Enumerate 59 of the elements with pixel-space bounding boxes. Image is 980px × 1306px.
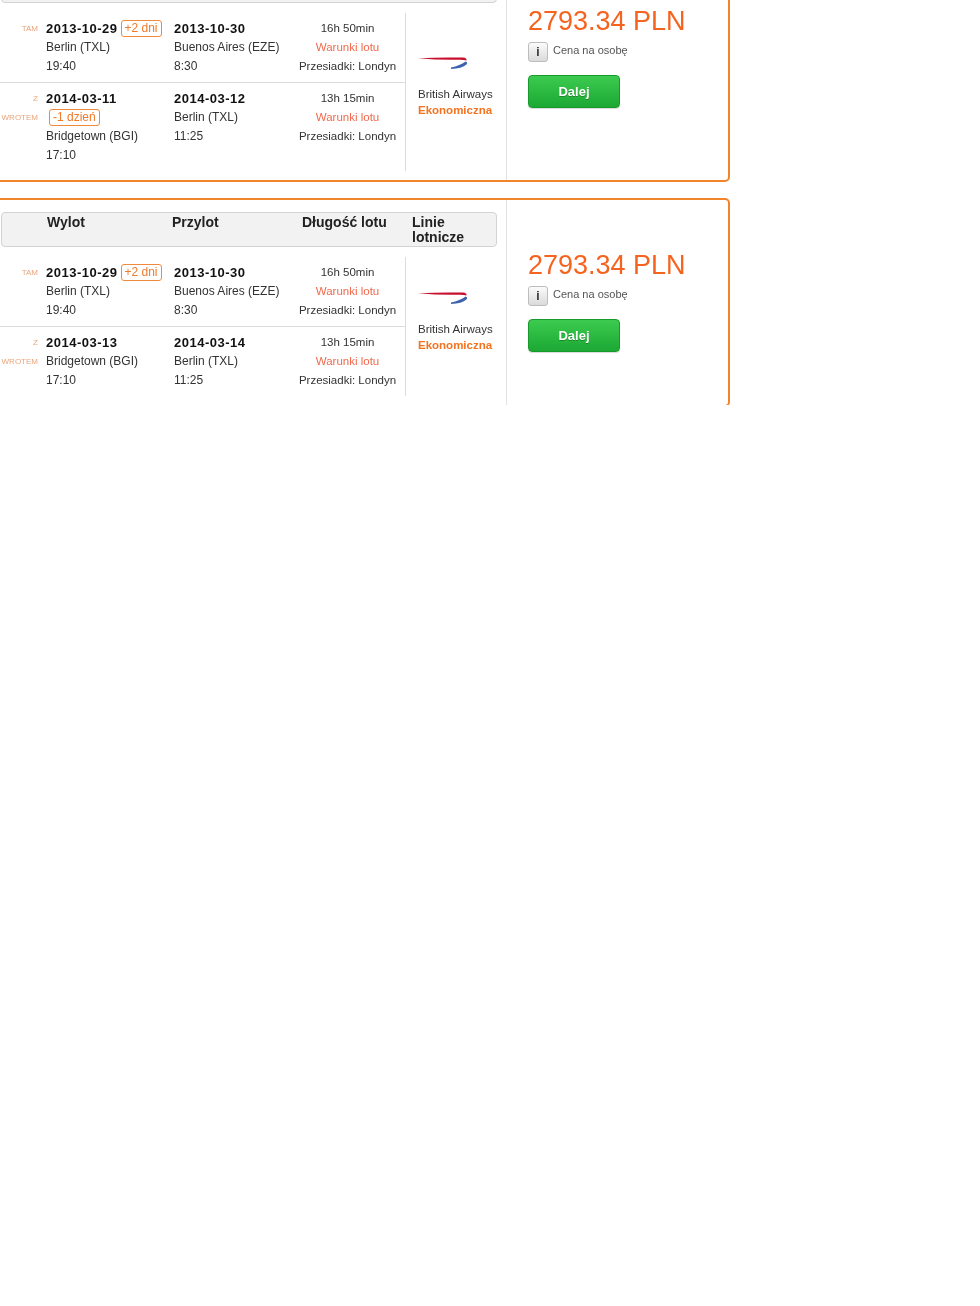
column-heading: Przylot [172,215,219,230]
stopover-text: Przesiadki: Londyn [298,304,397,316]
arrival-time: 8:30 [174,59,198,73]
price-note: Cena na osobę [553,287,628,302]
arrival-city: Buenos Aires (EZE) [174,284,280,298]
departure-time: 19:40 [46,59,77,73]
price-note: Cena na osobę [553,43,628,58]
arrival-date: 2014-03-14 [174,335,246,350]
arrival-time: 11:25 [174,373,204,387]
departure-time: 17:10 [46,148,77,162]
arrival-date: 2013-10-30 [174,21,246,36]
arrival-city: Buenos Aires (EZE) [174,40,280,54]
cabin-class: Ekonomiczna [418,337,493,353]
price-text: 2793.34 PLN [528,6,686,36]
flight-duration: 13h 15min [320,92,375,104]
arrival-time: 8:30 [174,303,198,317]
direction-label: Z WROTEM [0,93,38,124]
conditions-link[interactable]: Warunki lotu [315,41,380,53]
next-button[interactable]: Dalej [528,319,620,352]
departure-date: 2013-10-29 [46,21,118,36]
departure-city: Berlin (TXL) [46,284,110,298]
flight-duration: 16h 50min [320,266,375,278]
stopover-text: Przesiadki: Londyn [298,130,397,142]
flight-duration: 13h 15min [320,336,375,348]
direction-label: Z WROTEM [0,337,38,368]
arrival-date: 2014-03-12 [174,91,246,106]
departure-city: Bridgetown (BGI) [46,354,139,368]
price-text: 2793.34 PLN [528,250,686,280]
next-button[interactable]: Dalej [528,75,620,108]
arrival-city: Berlin (TXL) [174,354,238,368]
departure-city: Bridgetown (BGI) [46,129,139,143]
column-heading: Linie lotnicze [412,215,466,245]
day-shift-badge: +2 dni [120,264,162,281]
direction-label: TAM [21,267,38,279]
airline-name: British Airways [418,87,493,102]
departure-city: Berlin (TXL) [46,40,110,54]
departure-time: 17:10 [46,373,77,387]
day-shift-badge: -1 dzień [49,109,100,126]
info-button[interactable]: i [528,286,548,306]
departure-date: 2013-10-29 [46,265,118,280]
flight-duration: 16h 50min [320,22,375,34]
conditions-link[interactable]: Warunki lotu [315,285,380,297]
arrival-time: 11:25 [174,129,204,143]
departure-date: 2014-03-13 [46,335,118,350]
cabin-class: Ekonomiczna [418,103,493,118]
conditions-link[interactable]: Warunki lotu [315,111,380,123]
column-heading: Długość lotu [302,215,387,230]
departure-time: 19:40 [46,303,77,317]
column-heading: Wylot [47,215,85,230]
stopover-text: Przesiadki: Londyn [298,374,397,386]
stopover-text: Przesiadki: Londyn [298,60,397,72]
conditions-link[interactable]: Warunki lotu [315,355,380,367]
direction-label: TAM [21,23,38,35]
info-button[interactable]: i [528,42,548,62]
arrival-date: 2013-10-30 [174,265,246,280]
airline-name: British Airways [418,321,493,337]
departure-date: 2014-03-11 [46,91,117,106]
arrival-city: Berlin (TXL) [174,110,238,124]
day-shift-badge: +2 dni [120,20,162,37]
